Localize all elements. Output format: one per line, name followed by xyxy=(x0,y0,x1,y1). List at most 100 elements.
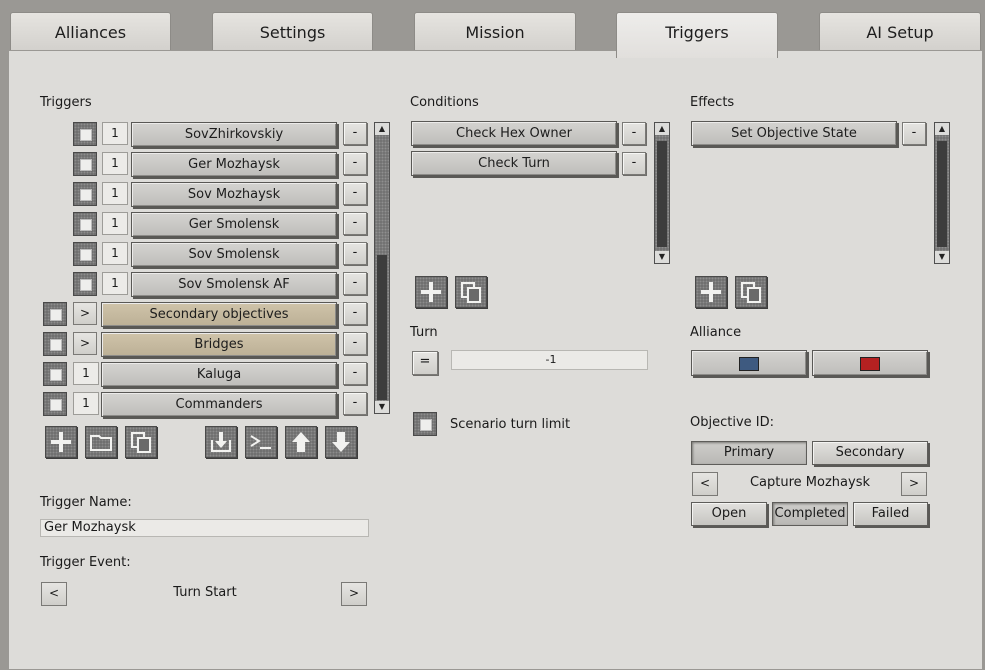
trigger-count: 1 xyxy=(102,182,128,205)
console-icon xyxy=(250,435,271,449)
trigger-enabled-checkbox[interactable] xyxy=(73,152,97,176)
objective-next-button[interactable]: > xyxy=(901,472,927,496)
trigger-group[interactable]: Bridges xyxy=(101,332,337,357)
scroll-thumb[interactable] xyxy=(937,141,947,247)
scroll-thumb[interactable] xyxy=(377,255,387,400)
alliance-blue-button[interactable] xyxy=(691,350,807,376)
trigger-count: 1 xyxy=(102,122,128,145)
move-down-button[interactable] xyxy=(325,426,357,458)
copy-condition-button[interactable] xyxy=(455,276,487,308)
trigger-list-scrollbar[interactable]: ▲ ▼ xyxy=(374,122,390,414)
trigger-item[interactable]: Sov Smolensk AF xyxy=(131,272,337,297)
remove-trigger-button[interactable]: - xyxy=(343,212,367,235)
conditions-scrollbar[interactable]: ▲ ▼ xyxy=(654,122,670,264)
trigger-count: 1 xyxy=(102,242,128,265)
copy-icon xyxy=(741,282,761,303)
trigger-event-next-button[interactable]: > xyxy=(341,582,367,606)
trigger-count: 1 xyxy=(73,362,99,385)
remove-trigger-button[interactable]: - xyxy=(343,122,367,145)
scroll-down-arrow-icon[interactable]: ▼ xyxy=(935,251,949,263)
effects-scrollbar[interactable]: ▲ ▼ xyxy=(934,122,950,264)
remove-trigger-button[interactable]: - xyxy=(343,302,367,325)
scroll-up-arrow-icon[interactable]: ▲ xyxy=(935,123,949,135)
turn-label: Turn xyxy=(410,325,438,340)
trigger-enabled-checkbox[interactable] xyxy=(73,182,97,206)
trigger-enabled-checkbox[interactable] xyxy=(43,362,67,386)
scroll-down-arrow-icon[interactable]: ▼ xyxy=(375,401,389,413)
remove-trigger-button[interactable]: - xyxy=(343,332,367,355)
add-folder-button[interactable] xyxy=(85,426,117,458)
remove-trigger-button[interactable]: - xyxy=(343,152,367,175)
remove-trigger-button[interactable]: - xyxy=(343,362,367,385)
condition-item[interactable]: Check Hex Owner xyxy=(411,121,617,146)
trigger-count: 1 xyxy=(102,272,128,295)
objective-state-failed-button[interactable]: Failed xyxy=(853,502,928,526)
trigger-count: 1 xyxy=(73,392,99,415)
trigger-count: 1 xyxy=(102,152,128,175)
condition-item[interactable]: Check Turn xyxy=(411,151,617,176)
trigger-enabled-checkbox[interactable] xyxy=(43,332,67,356)
alliance-red-swatch xyxy=(860,357,880,371)
add-icon xyxy=(51,432,71,452)
add-icon xyxy=(421,282,441,302)
trigger-item[interactable]: Commanders xyxy=(101,392,337,417)
copy-effect-button[interactable] xyxy=(735,276,767,308)
group-expand-button[interactable]: > xyxy=(73,332,97,355)
remove-trigger-button[interactable]: - xyxy=(343,182,367,205)
turn-operator-button[interactable]: = xyxy=(412,351,438,375)
scroll-down-arrow-icon[interactable]: ▼ xyxy=(655,251,669,263)
add-condition-button[interactable] xyxy=(415,276,447,308)
trigger-enabled-checkbox[interactable] xyxy=(73,212,97,236)
add-icon xyxy=(701,282,721,302)
trigger-item[interactable]: Sov Mozhaysk xyxy=(131,182,337,207)
copy-trigger-button[interactable] xyxy=(125,426,157,458)
arrow-up-icon xyxy=(292,432,310,452)
objective-state-open-button[interactable]: Open xyxy=(691,502,767,526)
trigger-event-value: Turn Start xyxy=(173,585,237,600)
trigger-item[interactable]: Kaluga xyxy=(101,362,337,387)
trigger-name-label: Trigger Name: xyxy=(40,495,132,510)
trigger-enabled-checkbox[interactable] xyxy=(43,302,67,326)
objective-prev-button[interactable]: < xyxy=(692,472,718,496)
objective-value: Capture Mozhaysk xyxy=(749,475,870,490)
remove-effect-button[interactable]: - xyxy=(902,122,926,145)
trigger-item[interactable]: Ger Smolensk xyxy=(131,212,337,237)
console-button[interactable] xyxy=(245,426,277,458)
trigger-group[interactable]: Secondary objectives xyxy=(101,302,337,327)
triggers-label: Triggers xyxy=(40,95,92,110)
scroll-up-arrow-icon[interactable]: ▲ xyxy=(655,123,669,135)
add-trigger-button[interactable] xyxy=(45,426,77,458)
move-up-button[interactable] xyxy=(285,426,317,458)
scenario-turn-limit-checkbox[interactable] xyxy=(413,412,437,436)
effects-label: Effects xyxy=(690,95,735,110)
add-effect-button[interactable] xyxy=(695,276,727,308)
trigger-item[interactable]: SovZhirkovskiy xyxy=(131,122,337,147)
import-icon xyxy=(211,432,231,452)
turn-value-input[interactable]: -1 xyxy=(451,350,648,370)
objective-primary-button[interactable]: Primary xyxy=(691,441,807,465)
objective-state-completed-button[interactable]: Completed xyxy=(772,502,848,526)
trigger-event-label: Trigger Event: xyxy=(40,555,131,570)
trigger-enabled-checkbox[interactable] xyxy=(43,392,67,416)
trigger-event-prev-button[interactable]: < xyxy=(41,582,67,606)
import-button[interactable] xyxy=(205,426,237,458)
alliance-red-button[interactable] xyxy=(812,350,928,376)
conditions-label: Conditions xyxy=(410,95,479,110)
objective-secondary-button[interactable]: Secondary xyxy=(812,441,928,465)
group-expand-button[interactable]: > xyxy=(73,302,97,325)
trigger-item[interactable]: Ger Mozhaysk xyxy=(131,152,337,177)
trigger-enabled-checkbox[interactable] xyxy=(73,122,97,146)
scroll-thumb[interactable] xyxy=(657,141,667,247)
effect-item[interactable]: Set Objective State xyxy=(691,121,897,146)
remove-condition-button[interactable]: - xyxy=(622,122,646,145)
remove-condition-button[interactable]: - xyxy=(622,152,646,175)
trigger-enabled-checkbox[interactable] xyxy=(73,272,97,296)
remove-trigger-button[interactable]: - xyxy=(343,272,367,295)
trigger-item[interactable]: Sov Smolensk xyxy=(131,242,337,267)
remove-trigger-button[interactable]: - xyxy=(343,242,367,265)
trigger-enabled-checkbox[interactable] xyxy=(73,242,97,266)
copy-icon xyxy=(461,282,481,303)
trigger-name-input[interactable]: Ger Mozhaysk xyxy=(40,519,369,537)
remove-trigger-button[interactable]: - xyxy=(343,392,367,415)
scroll-up-arrow-icon[interactable]: ▲ xyxy=(375,123,389,135)
